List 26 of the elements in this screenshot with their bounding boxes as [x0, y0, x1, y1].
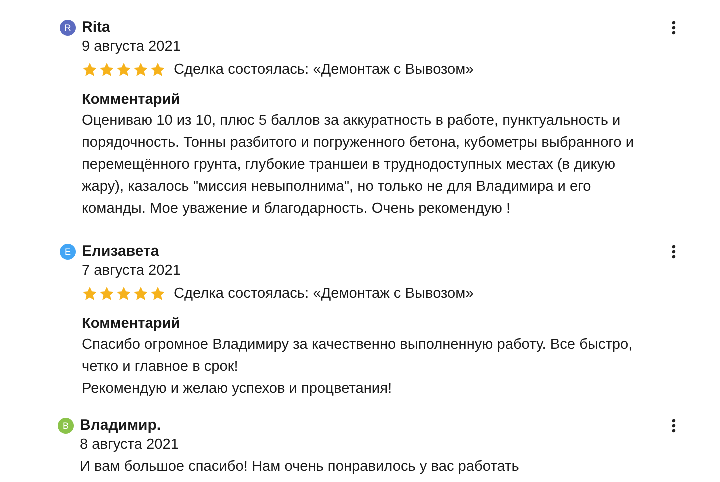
comment-heading: Комментарий	[82, 91, 182, 110]
avatar: В	[58, 418, 74, 434]
deal-label: Сделка состоялась: «Демонтаж с Вывозом»	[174, 286, 474, 302]
author-name: Rita	[82, 19, 112, 36]
reply-date: 8 августа 2021	[80, 436, 180, 455]
comment-heading: Комментарий	[82, 315, 182, 334]
review-date: 9 августа 2021	[82, 38, 182, 57]
avatar: R	[60, 20, 76, 36]
star-icon	[116, 286, 132, 302]
star-icon	[82, 286, 98, 302]
review-date: 7 августа 2021	[82, 262, 182, 281]
star-icon	[99, 286, 115, 302]
reply-text: И вам большое спасибо! Нам очень понравилось у вас работать	[80, 458, 520, 477]
author-name: Елизавета	[82, 243, 160, 260]
star-icon	[133, 286, 149, 302]
comment-text: Оцениваю 10 из 10, плюс 5 баллов за аккуратность в работе, пунктуальность и порядочность. Тонны разбитого и погруженного бетона, кубометры выбранного и перемещённого грунта, глубокие траншеи в труднодоступных местах (в дикую жару), казалось "миссия невыполнима", но только не для Владимира и его команды. Мое уважение и благодарность. Очень рекомендую !	[82, 112, 636, 219]
author-name: Владимир.	[80, 417, 162, 434]
avatar: Е	[60, 244, 76, 260]
star-icon	[82, 62, 98, 78]
star-icon	[133, 62, 149, 78]
deal-label: Сделка состоялась: «Демонтаж с Вывозом»	[174, 62, 474, 78]
star-icon	[150, 62, 166, 78]
star-icon	[150, 286, 166, 302]
star-icon	[116, 62, 132, 78]
star-icon	[99, 62, 115, 78]
comment-text: Спасибо огромное Владимиру за качественно выполненную работу. Все быстро, четко и главное в срок! Рекомендую и желаю успехов и процветания!	[82, 336, 634, 399]
